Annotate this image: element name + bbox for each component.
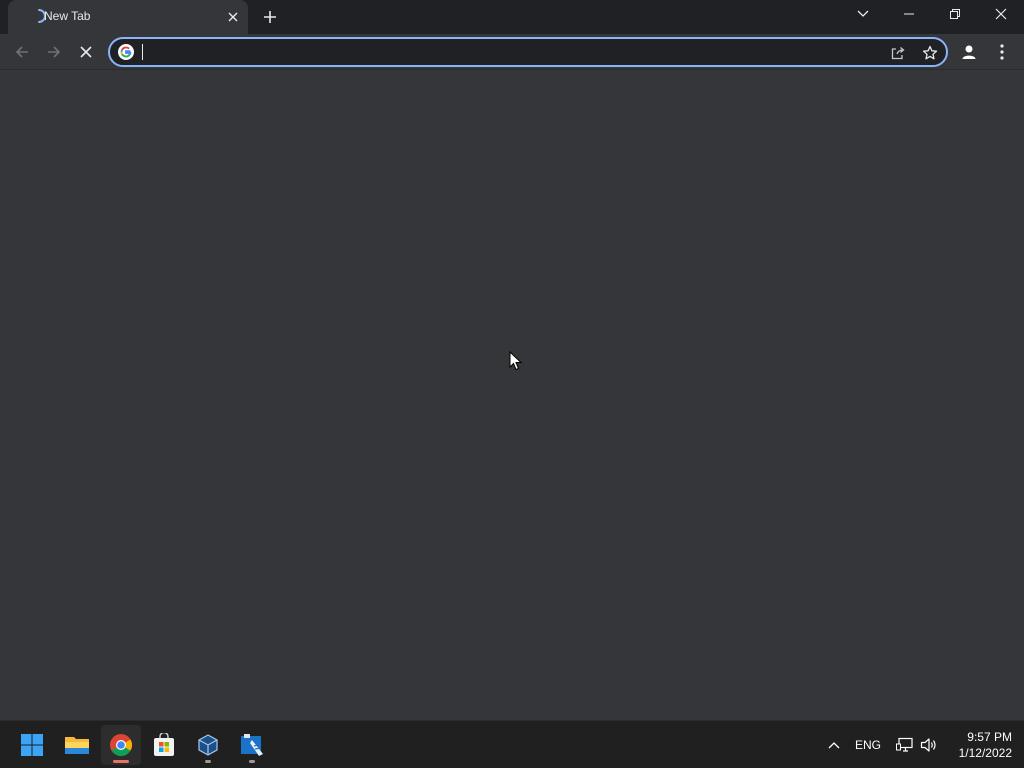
mouse-cursor-icon	[509, 351, 523, 371]
tab-new-tab[interactable]: New Tab	[8, 0, 248, 34]
show-hidden-icons-button[interactable]	[824, 733, 844, 757]
more-vertical-icon	[1000, 44, 1004, 60]
chrome-menu-button[interactable]	[988, 38, 1016, 66]
plus-icon	[264, 11, 276, 23]
share-button[interactable]	[888, 43, 908, 63]
profile-button[interactable]	[955, 38, 983, 66]
close-window-button[interactable]	[978, 0, 1024, 28]
arrow-right-icon	[48, 46, 61, 58]
windows-start-icon	[21, 734, 43, 756]
back-button[interactable]	[8, 38, 36, 66]
bookmark-star-button[interactable]	[920, 43, 940, 63]
system-clock[interactable]: 9:57 PM 1/12/2022	[944, 729, 1012, 761]
virtualbox-icon	[198, 734, 218, 756]
close-icon	[995, 8, 1007, 20]
taskbar: ENG 9:57 PM 1/12/2022	[0, 720, 1024, 768]
browser-toolbar	[0, 34, 1024, 70]
page-content	[0, 71, 1024, 720]
tab-search-button[interactable]	[840, 0, 886, 28]
active-app-indicator	[113, 760, 129, 763]
taskbar-chrome[interactable]	[101, 725, 141, 765]
network-button[interactable]	[894, 733, 916, 757]
google-icon	[118, 44, 134, 60]
person-icon	[962, 45, 976, 59]
close-icon	[228, 12, 238, 22]
volume-button[interactable]	[918, 733, 940, 757]
tool-icon	[241, 734, 263, 756]
minimize-icon	[904, 13, 914, 15]
restore-icon	[950, 9, 960, 19]
network-icon	[896, 737, 913, 752]
speaker-icon	[920, 738, 936, 752]
chevron-up-icon	[828, 742, 840, 749]
taskbar-app[interactable]	[232, 725, 272, 765]
share-icon	[891, 47, 905, 60]
title-bar: New Tab	[0, 0, 1024, 34]
restore-button[interactable]	[932, 0, 978, 28]
store-icon	[154, 733, 174, 756]
running-app-indicator	[249, 760, 255, 763]
chevron-down-icon	[857, 10, 869, 17]
running-app-indicator	[205, 760, 211, 763]
stop-loading-button[interactable]	[72, 38, 100, 66]
forward-button[interactable]	[40, 38, 68, 66]
start-button[interactable]	[12, 725, 52, 765]
new-tab-button[interactable]	[259, 6, 281, 28]
folder-icon	[65, 737, 89, 754]
text-caret	[142, 44, 143, 60]
clock-time: 9:57 PM	[967, 730, 1012, 744]
address-input[interactable]	[140, 43, 880, 61]
minimize-button[interactable]	[886, 0, 932, 28]
tab-close-button[interactable]	[224, 8, 242, 26]
language-indicator[interactable]: ENG	[852, 733, 884, 757]
taskbar-store[interactable]	[144, 725, 184, 765]
close-icon	[80, 46, 92, 58]
address-bar[interactable]	[108, 37, 948, 67]
arrow-left-icon	[15, 46, 28, 58]
chrome-icon	[110, 734, 132, 756]
taskbar-file-explorer[interactable]	[57, 725, 97, 765]
clock-date: 1/12/2022	[958, 746, 1012, 760]
star-icon	[922, 45, 938, 60]
tab-title: New Tab	[44, 9, 91, 23]
taskbar-virtualbox[interactable]	[188, 725, 228, 765]
